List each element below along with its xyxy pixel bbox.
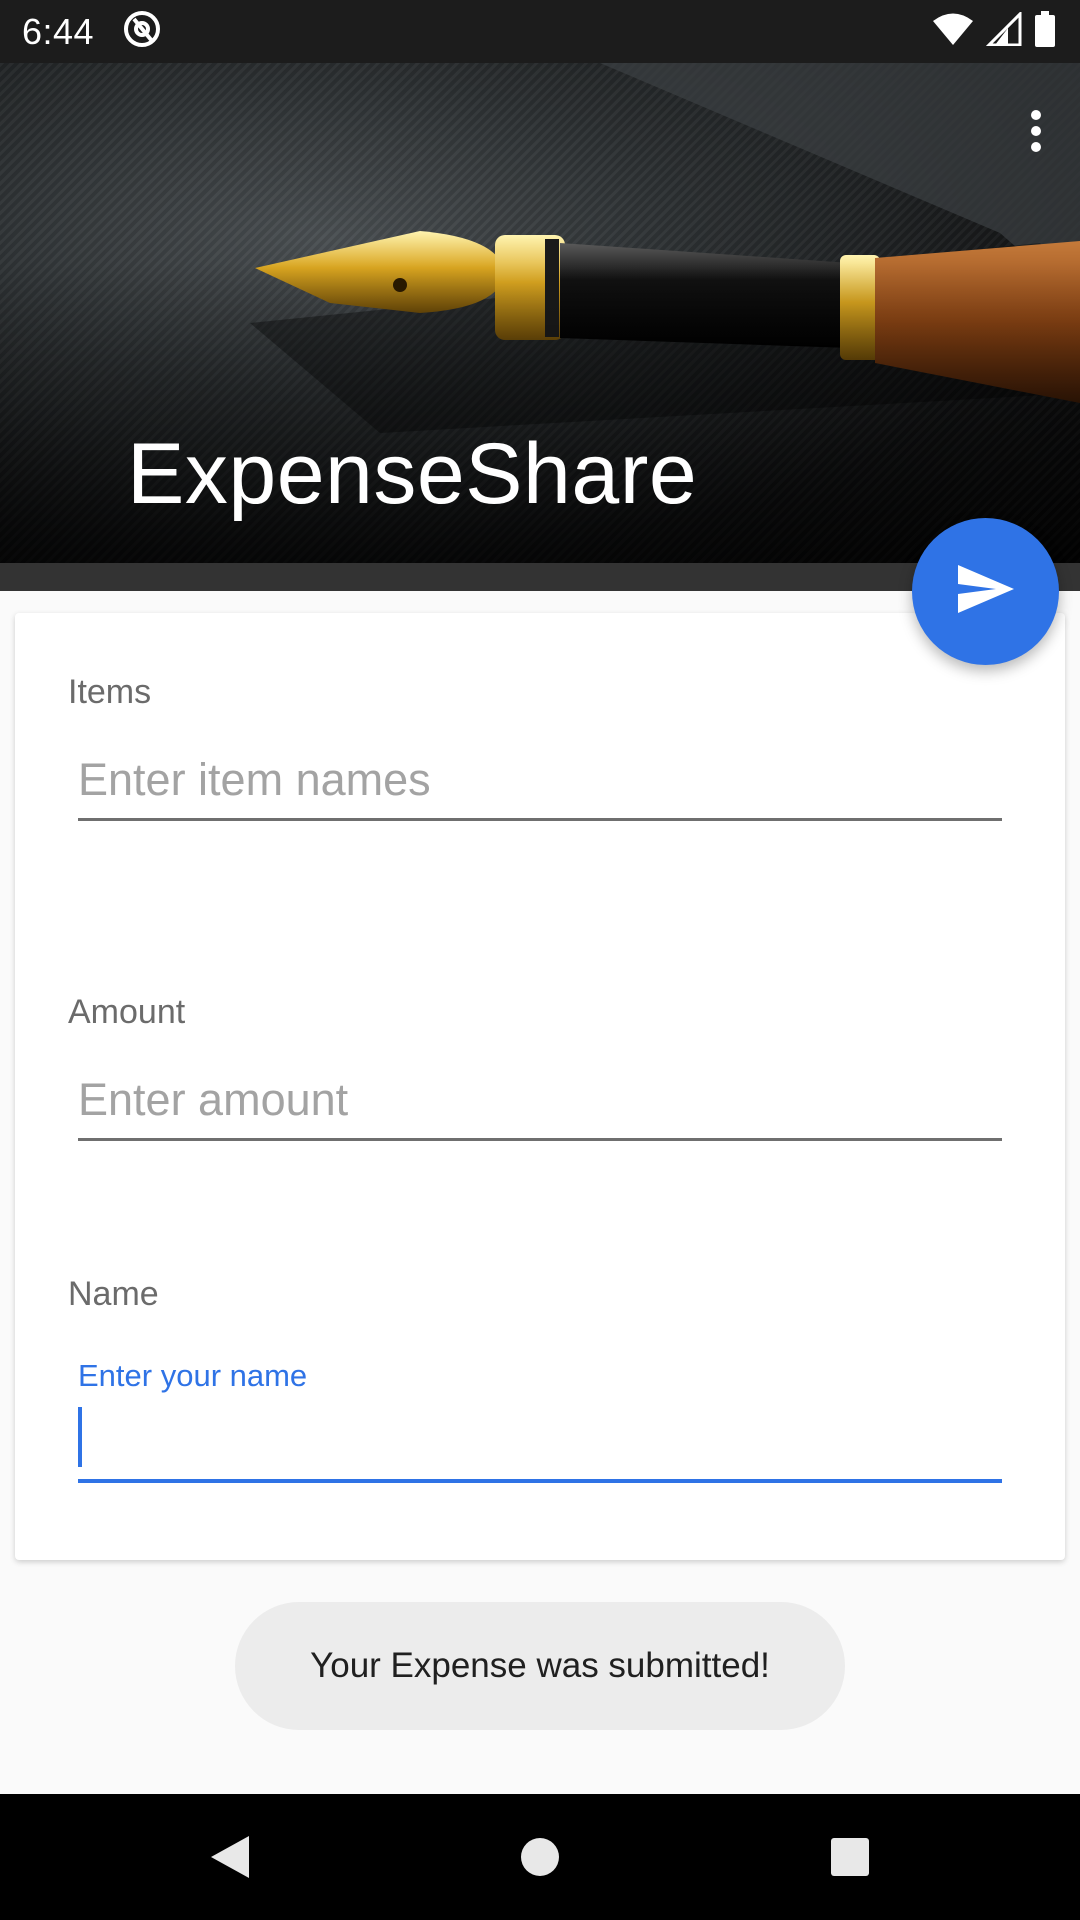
home-icon[interactable] xyxy=(500,1794,580,1920)
header-image: ExpenseShare xyxy=(0,63,1080,563)
recents-icon[interactable] xyxy=(810,1794,890,1920)
expense-form-card: Items Enter item names Amount Enter amou… xyxy=(15,613,1065,1560)
screen: 6:44 ExpenseShare Items Enter item names… xyxy=(0,0,1080,1920)
status-time: 6:44 xyxy=(22,10,95,52)
app-title: ExpenseShare xyxy=(127,426,698,522)
items-input[interactable]: Enter item names xyxy=(78,751,1002,821)
wifi-icon xyxy=(932,12,974,51)
at-sign-icon xyxy=(122,9,162,54)
items-placeholder: Enter item names xyxy=(78,754,431,805)
name-floating-hint: Enter your name xyxy=(78,1358,308,1393)
name-label: Name xyxy=(68,1275,159,1313)
battery-icon xyxy=(1034,11,1056,52)
amount-label: Amount xyxy=(68,993,186,1031)
amount-placeholder: Enter amount xyxy=(78,1074,349,1125)
name-input[interactable] xyxy=(78,1407,1002,1483)
text-cursor xyxy=(78,1407,82,1467)
cellular-signal-icon xyxy=(985,10,1022,51)
back-icon[interactable] xyxy=(190,1794,270,1920)
nav-bar xyxy=(0,1794,1080,1920)
more-vert-icon[interactable] xyxy=(1008,103,1064,159)
items-label: Items xyxy=(68,673,152,711)
toast-message: Your Expense was submitted! xyxy=(235,1602,845,1730)
status-bar: 6:44 xyxy=(0,0,1080,63)
send-icon xyxy=(956,563,1016,620)
amount-input[interactable]: Enter amount xyxy=(78,1071,1002,1141)
send-button[interactable] xyxy=(912,518,1059,665)
